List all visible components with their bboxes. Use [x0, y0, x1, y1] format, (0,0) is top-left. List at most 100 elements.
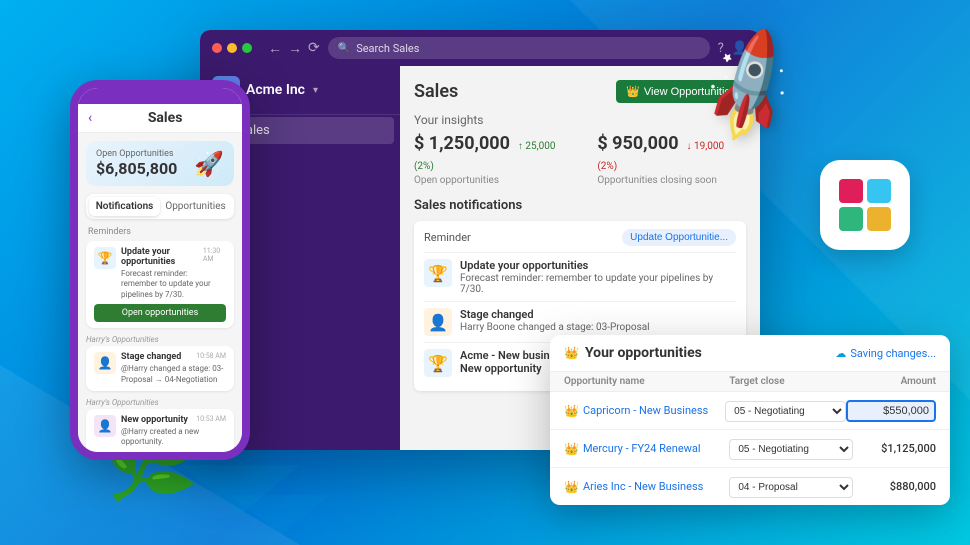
phone-screen: ‹ Sales Open Opportunities $6,805,800 🚀 …: [78, 88, 242, 452]
row-crown-icon-1: 👑: [564, 442, 579, 456]
opps-row-name-0[interactable]: 👑 Capricorn - New Business: [564, 404, 725, 418]
notif-avatar-2: 🏆: [424, 349, 452, 377]
phone-notif-avatar-0: 🏆: [94, 247, 116, 269]
update-opportunities-button[interactable]: Update Opportunitie...: [622, 229, 736, 246]
opps-saving-label: Saving changes...: [850, 347, 936, 360]
opps-row-close-2[interactable]: 04 - Proposal: [729, 475, 853, 498]
phone-notif-new-opp: 👤 New opportunity 10:53 AM @Harry create…: [86, 409, 234, 452]
stage-select-1[interactable]: 05 - Negotiating: [729, 439, 853, 460]
forward-button[interactable]: →: [288, 40, 302, 57]
phone-tab-opportunities[interactable]: Opportunities: [160, 197, 231, 216]
notifications-title: Sales notifications: [414, 198, 746, 213]
stage-select-2[interactable]: 04 - Proposal: [729, 477, 853, 498]
opps-title-text: Your opportunities: [585, 345, 702, 361]
notif-name-1: Stage changed: [460, 308, 650, 321]
phone-tabs: Notifications Opportunities: [86, 194, 234, 219]
notif-avatar-1: 👤: [424, 308, 452, 336]
phone-tab-notifications[interactable]: Notifications: [89, 197, 160, 216]
row-crown-icon-2: 👑: [564, 480, 579, 494]
phone-metric-card: Open Opportunities $6,805,800 🚀: [86, 141, 234, 186]
browser-address-bar[interactable]: 🔍 Search Sales: [328, 37, 710, 59]
stage-select-0[interactable]: 05 - Negotiating: [725, 401, 846, 422]
search-icon: 🔍: [338, 43, 350, 54]
opps-row-close-1[interactable]: 05 - Negotiating: [729, 437, 853, 460]
opps-row-amount-0[interactable]: [846, 400, 936, 422]
amount-input-0[interactable]: [846, 400, 936, 422]
notif-type-reminder: Reminder: [424, 231, 471, 244]
fullscreen-dot[interactable]: [242, 43, 252, 53]
crown-btn-icon: 👑: [626, 85, 640, 98]
col-header-close: Target close: [729, 376, 853, 387]
opps-row-2: 👑 Aries Inc - New Business 04 - Proposal…: [550, 468, 950, 505]
phone-metric-label: Open Opportunities: [96, 149, 177, 159]
notif-content-1: Stage changed Harry Boone changed a stag…: [460, 308, 650, 333]
opps-popup-header: 👑 Your opportunities ☁ Saving changes...: [550, 335, 950, 372]
slack-cell-tl: [839, 179, 863, 203]
insight-amount-1: $ 950,000: [597, 133, 678, 154]
phone-header: ‹ Sales: [78, 104, 242, 133]
opps-row-name-1[interactable]: 👑 Mercury - FY24 Renewal: [564, 442, 729, 456]
phone-notif-time-2: 10:53 AM: [196, 415, 226, 427]
phone-metric-icon: 🚀: [194, 150, 224, 178]
opps-row-amount-1: $1,125,000: [853, 442, 936, 455]
sidebar-dropdown-icon[interactable]: ▾: [313, 85, 318, 96]
opps-table: Opportunity name Target close Amount 👑 C…: [550, 372, 950, 505]
opps-row-name-text-1: Mercury - FY24 Renewal: [583, 442, 701, 455]
main-title-text: Sales: [414, 81, 458, 102]
opps-row-name-2[interactable]: 👑 Aries Inc - New Business: [564, 480, 729, 494]
browser-chrome: ← → ⟳ 🔍 Search Sales ? 👤: [200, 30, 760, 66]
opps-popup-title: 👑 Your opportunities: [564, 345, 702, 361]
phone-section-harry-2: Harry's Opportunities: [86, 396, 234, 409]
salesforce-cloud-icon: ☁: [835, 347, 846, 360]
opps-row-1: 👑 Mercury - FY24 Renewal 05 - Negotiatin…: [550, 430, 950, 468]
slack-logo: [820, 160, 910, 250]
bg-chevron-right: [230, 495, 330, 535]
insight-sublabel-1: Opportunities closing soon: [597, 175, 746, 186]
phone-notif-time-0: 11:30 AM: [203, 247, 226, 269]
opps-row-amount-2: $880,000: [853, 480, 936, 493]
notif-item-0: 🏆 Update your opportunities Forecast rem…: [424, 252, 736, 301]
close-dot[interactable]: [212, 43, 222, 53]
phone-notif-title-0: Update your opportunities: [121, 247, 203, 267]
phone-metric-value: $6,805,800: [96, 159, 177, 178]
insight-sublabel-0: Open opportunities: [414, 175, 577, 186]
opps-table-header: Opportunity name Target close Amount: [550, 372, 950, 392]
phone-notif-avatar-1: 👤: [94, 352, 116, 374]
sidebar-company-name: Acme Inc: [246, 82, 305, 98]
browser-dots: [212, 43, 252, 53]
refresh-icon[interactable]: ⟳: [308, 40, 320, 57]
phone-notif-time-1: 10:58 AM: [196, 352, 226, 364]
back-button[interactable]: ←: [268, 40, 282, 57]
search-placeholder: Search Sales: [356, 42, 419, 55]
phone-back-button[interactable]: ‹: [88, 110, 92, 126]
opps-row-close-0[interactable]: 05 - Negotiating: [725, 399, 846, 422]
opps-crown-icon: 👑: [564, 346, 579, 360]
slack-cell-tr: [867, 179, 891, 203]
insight-amount-0: $ 1,250,000: [414, 133, 510, 154]
browser-nav: ← → ⟳: [268, 40, 320, 57]
notif-header: Reminder Update Opportunitie...: [424, 229, 736, 246]
notif-avatar-0: 🏆: [424, 259, 452, 287]
col-header-amount: Amount: [853, 376, 936, 387]
phone-content: Open Opportunities $6,805,800 🚀 Notifica…: [78, 133, 242, 452]
phone-notif-title-1: Stage changed: [121, 352, 181, 362]
opps-row-name-text-2: Aries Inc - New Business: [583, 480, 703, 493]
col-header-name: Opportunity name: [564, 376, 729, 387]
notif-desc-0: Forecast reminder: remember to update yo…: [460, 273, 736, 295]
phone-notif-title-2: New opportunity: [121, 415, 188, 425]
slack-cell-bl: [839, 207, 863, 231]
notif-name-0: Update your opportunities: [460, 259, 736, 272]
phone-notif-avatar-2: 👤: [94, 415, 116, 437]
phone-notif-stage: 👤 Stage changed 10:58 AM @Harry changed …: [86, 346, 234, 391]
mobile-phone: ‹ Sales Open Opportunities $6,805,800 🚀 …: [70, 80, 250, 460]
opportunities-popup: 👑 Your opportunities ☁ Saving changes...…: [550, 335, 950, 505]
phone-reminders-label: Reminders: [86, 227, 234, 237]
row-crown-icon-0: 👑: [564, 404, 579, 418]
phone-notif-desc-2: @Harry created a new opportunity.: [121, 427, 226, 448]
phone-notif-reminder: 🏆 Update your opportunities 11:30 AM For…: [86, 241, 234, 328]
minimize-dot[interactable]: [227, 43, 237, 53]
slack-grid: [839, 179, 891, 231]
opps-row-name-text-0: Capricorn - New Business: [583, 404, 708, 417]
phone-open-btn[interactable]: Open opportunities: [94, 304, 226, 322]
phone-notif-desc-0: Forecast reminder: remember to update yo…: [121, 269, 226, 300]
